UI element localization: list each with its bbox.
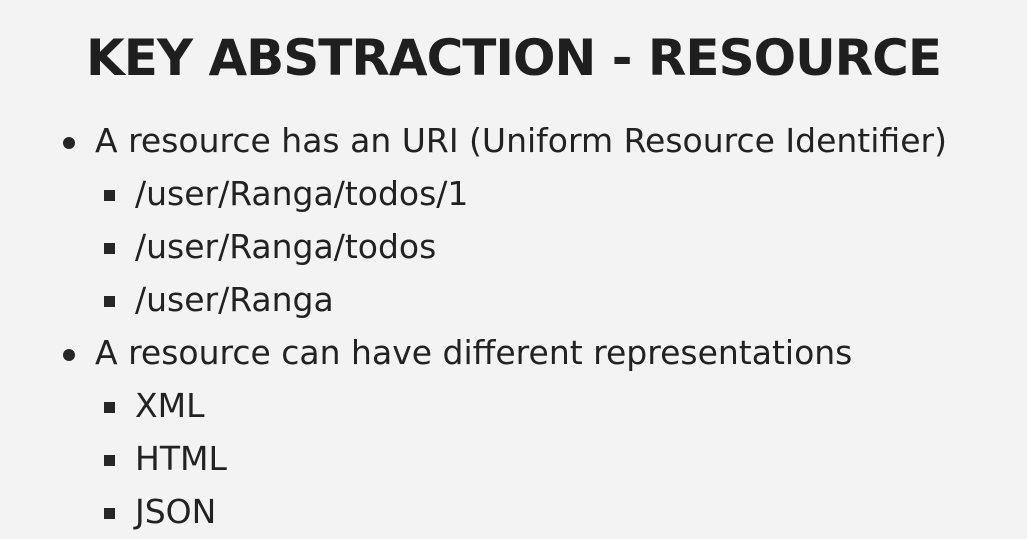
bullet-text: A resource can have different representa… (95, 333, 853, 372)
sub-bullet-item: /user/Ranga/todos (0, 220, 1027, 273)
square-bullet-icon (104, 243, 115, 254)
sub-bullet-text: HTML (135, 439, 227, 478)
bullet-list: A resource has an URI (Uniform Resource … (0, 114, 1027, 538)
sub-bullet-text: /user/Ranga/todos (135, 227, 437, 266)
slide: KEY ABSTRACTION - RESOURCE A resource ha… (0, 0, 1027, 539)
sub-bullet-text: XML (135, 386, 205, 425)
sub-bullet-item: XML (0, 379, 1027, 432)
square-bullet-icon (104, 402, 115, 413)
bullet-item: A resource can have different representa… (0, 326, 1027, 379)
bullet-text: A resource has an URI (Uniform Resource … (95, 121, 947, 160)
bullet-item: A resource has an URI (Uniform Resource … (0, 114, 1027, 167)
square-bullet-icon (104, 455, 115, 466)
bullet-dot-icon (63, 349, 75, 361)
sub-bullet-item: /user/Ranga (0, 273, 1027, 326)
sub-bullet-text: /user/Ranga/todos/1 (135, 174, 469, 213)
sub-bullet-item: JSON (0, 485, 1027, 538)
sub-bullet-text: JSON (135, 492, 217, 531)
square-bullet-icon (104, 190, 115, 201)
sub-bullet-text: /user/Ranga (135, 280, 334, 319)
square-bullet-icon (104, 296, 115, 307)
sub-bullet-item: /user/Ranga/todos/1 (0, 167, 1027, 220)
bullet-dot-icon (63, 137, 75, 149)
square-bullet-icon (104, 508, 115, 519)
slide-title: KEY ABSTRACTION - RESOURCE (85, 29, 942, 87)
sub-bullet-item: HTML (0, 432, 1027, 485)
